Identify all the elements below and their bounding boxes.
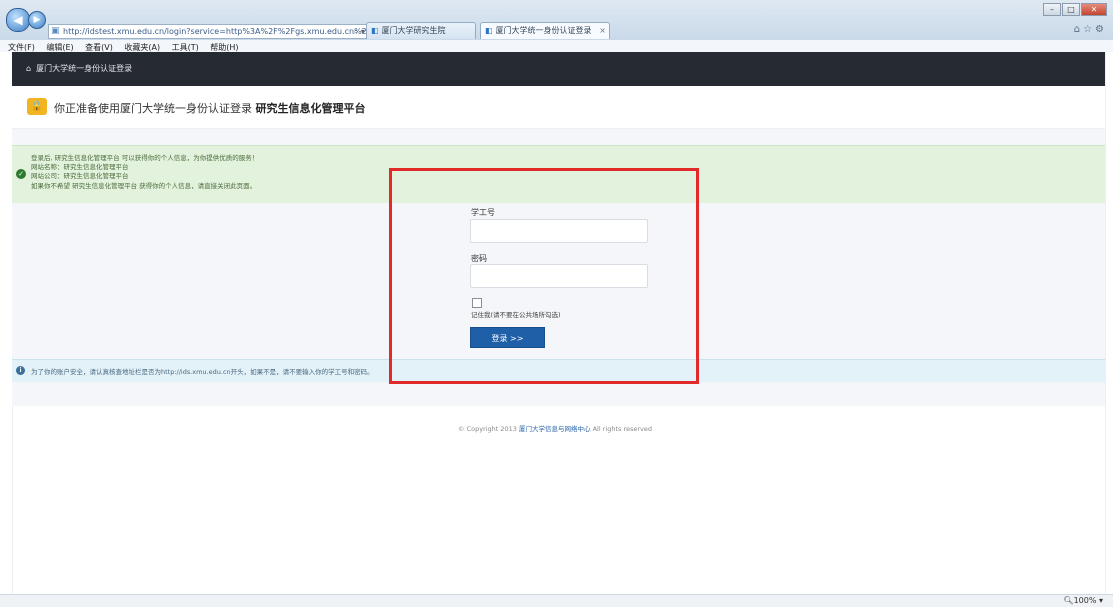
tab-close-icon[interactable]: ×	[599, 23, 606, 39]
gear-icon[interactable]: ⚙	[1095, 24, 1107, 35]
page-icon: ▣	[51, 26, 60, 36]
security-notice-text: 为了你的账户安全，请认真核查地址栏是否为http://ids.xmu.edu.c…	[31, 368, 374, 376]
info-line: 登录后, 研究生信息化管理平台 可以获得你的个人信息，为你提供优质的服务！	[31, 154, 259, 162]
page-margin-right	[1105, 52, 1113, 594]
tab-favicon-icon: ◧	[485, 26, 493, 35]
info-icon: i	[16, 366, 25, 375]
spacer-band	[12, 382, 1105, 406]
home-icon: ⌂	[26, 64, 32, 73]
check-circle-icon: ✓	[16, 169, 26, 179]
footer: © Copyright 2013 厦门大学信息与网络中心 All rights …	[458, 423, 652, 433]
security-notice-alert: i 为了你的账户安全，请认真核查地址栏是否为http://ids.xmu.edu…	[12, 359, 1105, 383]
footer-copyright: © Copyright 2013	[458, 425, 517, 433]
home-icon[interactable]: ⌂	[1074, 24, 1083, 35]
site-header: ⌂ 厦门大学统一身份认证登录	[12, 52, 1105, 86]
page-title-prefix: 你正准备使用厦门大学统一身份认证登录	[54, 102, 252, 115]
favorites-star-icon[interactable]: ☆	[1083, 24, 1095, 35]
tab-graduate-school[interactable]: ◧ 厦门大学研究生院	[366, 22, 476, 39]
page-title: 你正准备使用厦门大学统一身份认证登录 研究生信息化管理平台	[54, 100, 366, 116]
spacer-band	[12, 129, 1105, 145]
tab-favicon-icon: ◧	[371, 26, 379, 35]
forward-icon[interactable]: ▶	[28, 11, 46, 29]
footer-org-link[interactable]: 厦门大学信息与网络中心	[519, 425, 591, 433]
authorization-info-text: 登录后, 研究生信息化管理平台 可以获得你的个人信息，为你提供优质的服务！ 网站…	[31, 154, 258, 191]
browser-toolbar-icons: ⌂☆⚙	[1074, 24, 1107, 35]
zoom-level[interactable]: 🔍︎100% ▾	[1063, 596, 1103, 605]
zoom-icon: 🔍︎	[1063, 596, 1074, 605]
minimize-icon[interactable]: –	[1043, 3, 1061, 16]
maximize-icon[interactable]: □	[1062, 3, 1080, 16]
username-input[interactable]	[470, 219, 648, 243]
footer-rights: All rights reserved	[592, 425, 653, 433]
zoom-value: 100%	[1073, 596, 1097, 605]
page-title-system: 研究生信息化管理平台	[255, 102, 366, 115]
window-controls: – □ ✕	[1042, 2, 1107, 16]
browser-titlebar: ◀ ▶ ▣ http://idstest.xmu.edu.cn/login?se…	[0, 0, 1113, 40]
breadcrumb-label: 厦门大学统一身份认证登录	[36, 64, 133, 73]
address-bar[interactable]: ▣ http://idstest.xmu.edu.cn/login?servic…	[48, 24, 377, 39]
title-bar: 🔒 你正准备使用厦门大学统一身份认证登录 研究生信息化管理平台	[12, 86, 1105, 129]
info-line: 网站公司：研究生信息化管理平台	[31, 172, 129, 181]
remember-me-checkbox[interactable]	[472, 298, 482, 308]
tab-label: 厦门大学研究生院	[381, 26, 446, 35]
login-button[interactable]: 登录 >>	[470, 327, 545, 348]
address-url: http://idstest.xmu.edu.cn/login?service=…	[63, 27, 376, 36]
authorization-info-alert: ✓ 登录后, 研究生信息化管理平台 可以获得你的个人信息，为你提供优质的服务！ …	[12, 145, 1105, 205]
remember-me-label: 记住我(请不要在公共场所勾选)	[471, 311, 561, 319]
back-icon[interactable]: ◀	[6, 8, 30, 32]
status-bar: 🔍︎100% ▾	[0, 594, 1113, 607]
password-input[interactable]	[470, 264, 648, 288]
tab-label: 厦门大学统一身份认证登录	[495, 26, 592, 35]
lock-icon: 🔒	[27, 98, 47, 115]
password-label: 密码	[471, 254, 487, 263]
breadcrumb[interactable]: ⌂ 厦门大学统一身份认证登录	[26, 63, 132, 74]
tab-login[interactable]: ◧ 厦门大学统一身份认证登录 ×	[480, 22, 610, 39]
close-icon[interactable]: ✕	[1081, 3, 1107, 16]
info-line: 如果你不希望 研究生信息化管理平台 获得你的个人信息，请直接关闭此页面。	[31, 181, 257, 190]
username-label: 学工号	[471, 208, 495, 217]
